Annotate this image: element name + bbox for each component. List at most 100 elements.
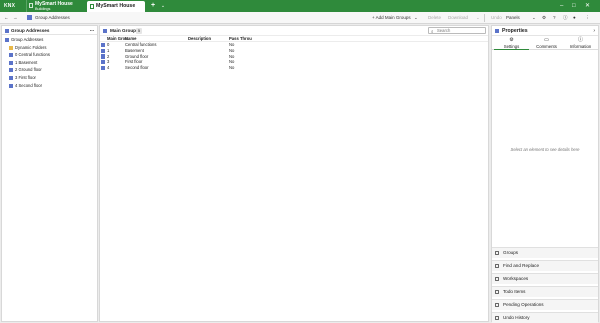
tab-project-active[interactable]: MySmart House (87, 1, 145, 12)
tab-information[interactable]: ⓘ Information (563, 36, 598, 50)
main-group-icon (9, 83, 13, 88)
pane-header: Main Groups 5 ⌕ (100, 26, 488, 36)
groups-icon (495, 251, 499, 255)
pane-title: Group Addresses (11, 28, 50, 33)
panel-label: Pending Operations (503, 302, 544, 307)
main-group-icon (101, 54, 106, 59)
chevron-right-icon[interactable]: › (593, 28, 595, 34)
column-header-description[interactable]: Description (188, 36, 211, 42)
main-group-icon (103, 29, 107, 33)
tree-item-ground-floor[interactable]: 2 Ground floor (2, 66, 97, 74)
search-icon: ⌕ (431, 28, 434, 34)
tree-item-central-functions[interactable]: 0 Central functions (2, 51, 97, 59)
search-box[interactable]: ⌕ (428, 27, 486, 34)
panel-find-and-replace[interactable]: Find and Replace (492, 260, 598, 271)
minimize-icon[interactable]: – (560, 2, 563, 10)
tree-item-second-floor[interactable]: 4 Second floor (2, 82, 97, 90)
tree-item-label: Group Addresses (11, 37, 44, 42)
panels-button[interactable]: Panels (506, 14, 520, 22)
properties-tabs: ⚙ Settings ▭ Comments ⓘ Information (492, 36, 598, 50)
tree-item-label: 2 Ground floor (15, 67, 42, 73)
info-icon[interactable]: ⓘ (563, 14, 568, 22)
more-icon[interactable]: ... (90, 26, 94, 35)
chevron-down-icon[interactable]: ⌄ (476, 14, 480, 22)
main-group-icon (9, 68, 13, 73)
toolbar: ← → Group Addresses + Add Main Groups ⌄ … (0, 12, 600, 24)
tree-item-first-floor[interactable]: 3 First floor (2, 74, 97, 82)
panel-todo-items[interactable]: Todo Items (492, 286, 598, 297)
tab-buildings[interactable]: MySmart House Buildings (26, 0, 84, 12)
main-groups-table: Main Grou Name Description Pass Throu 0 … (100, 36, 488, 71)
panel-pending-operations[interactable]: Pending Operations (492, 299, 598, 310)
tree-item-basement[interactable]: 1 Basement (2, 59, 97, 67)
properties-icon (495, 29, 499, 33)
main-group-icon (9, 75, 13, 80)
settings-icon[interactable]: ⚙ (542, 14, 546, 22)
help-icon[interactable]: ? (553, 14, 556, 22)
tree-item-label: 3 First floor (15, 74, 36, 80)
pane-title: Properties (502, 28, 528, 34)
column-header-pass-through[interactable]: Pass Throu (229, 36, 252, 42)
main-group-icon (9, 60, 13, 65)
group-address-icon (5, 38, 9, 42)
main-groups-pane: Main Groups 5 ⌕ Main Grou Name Descripti… (99, 25, 489, 322)
chevron-down-icon[interactable]: ⌄ (532, 14, 536, 22)
pane-header: Properties › (492, 26, 598, 36)
close-icon[interactable]: ✕ (585, 2, 590, 10)
table-row[interactable]: 4 Second floor No (100, 65, 488, 71)
panel-groups[interactable]: Groups (492, 247, 598, 258)
panel-workspaces[interactable]: Workspaces (492, 273, 598, 284)
download-button[interactable]: Download (448, 14, 468, 22)
workspaces-icon (495, 277, 499, 281)
maximize-icon[interactable]: □ (572, 2, 576, 10)
knx-logo: KNX (4, 3, 16, 9)
todo-icon (495, 290, 499, 294)
cell-pass-through: No (229, 65, 235, 71)
folder-icon (9, 45, 13, 50)
divider (484, 14, 485, 22)
tab-label: Information (569, 44, 592, 49)
chevron-down-icon[interactable]: ⌄ (159, 2, 167, 10)
pane-title: Main Groups (110, 28, 139, 33)
breadcrumb[interactable]: Group Addresses (35, 14, 70, 22)
account-icon[interactable]: ● (573, 14, 576, 22)
tab-label: Comments (536, 44, 557, 49)
group-addresses-pane: Group Addresses ... Group Addresses Dyna… (1, 25, 98, 322)
tree-item-label: 0 Central functions (15, 52, 50, 58)
main-group-icon (101, 65, 106, 71)
empty-state-text: Select an element to see details here (510, 147, 580, 152)
group-address-icon (27, 15, 32, 20)
tree-item-group-addresses[interactable]: Group Addresses (2, 36, 97, 44)
tree-item-dynamic-folders[interactable]: Dynamic Folders (2, 44, 97, 52)
arrow-right-icon[interactable]: → (13, 14, 18, 22)
undo-history-icon (495, 316, 499, 320)
comment-icon: ▭ (544, 37, 549, 43)
title-bar: KNX MySmart House Buildings MySmart Hous… (0, 0, 600, 12)
group-address-icon (5, 28, 9, 33)
search-input[interactable] (437, 28, 485, 33)
tab-settings[interactable]: ⚙ Settings (494, 36, 529, 50)
add-main-groups-button[interactable]: + Add Main Groups (372, 14, 411, 22)
plus-icon[interactable]: + (149, 2, 157, 10)
undo-button[interactable]: Undo (491, 14, 502, 22)
cell-id: 4 (107, 65, 110, 71)
panel-undo-history[interactable]: Undo History (492, 312, 598, 323)
tab-comments[interactable]: ▭ Comments (529, 36, 564, 50)
panel-label: Todo Items (503, 289, 526, 294)
chevron-down-icon[interactable]: ⌄ (414, 14, 418, 22)
main-group-icon (101, 42, 106, 47)
tab-label: Settings (503, 44, 520, 49)
main-group-icon (101, 48, 106, 53)
find-replace-icon (495, 264, 499, 268)
delete-button[interactable]: Delete (428, 14, 441, 22)
tab-title: MySmart House (96, 3, 136, 9)
pane-header: Group Addresses ... (2, 26, 97, 35)
properties-pane: Properties › ⚙ Settings ▭ Comments ⓘ Inf… (491, 25, 599, 323)
arrow-left-icon[interactable]: ← (4, 14, 9, 22)
more-icon[interactable]: ⋮ (585, 14, 590, 22)
main-group-icon (9, 53, 13, 58)
panel-label: Find and Replace (503, 263, 540, 268)
tree-item-label: 4 Second floor (15, 82, 43, 88)
column-header-name[interactable]: Name (125, 36, 136, 42)
main-group-icon (101, 60, 106, 65)
